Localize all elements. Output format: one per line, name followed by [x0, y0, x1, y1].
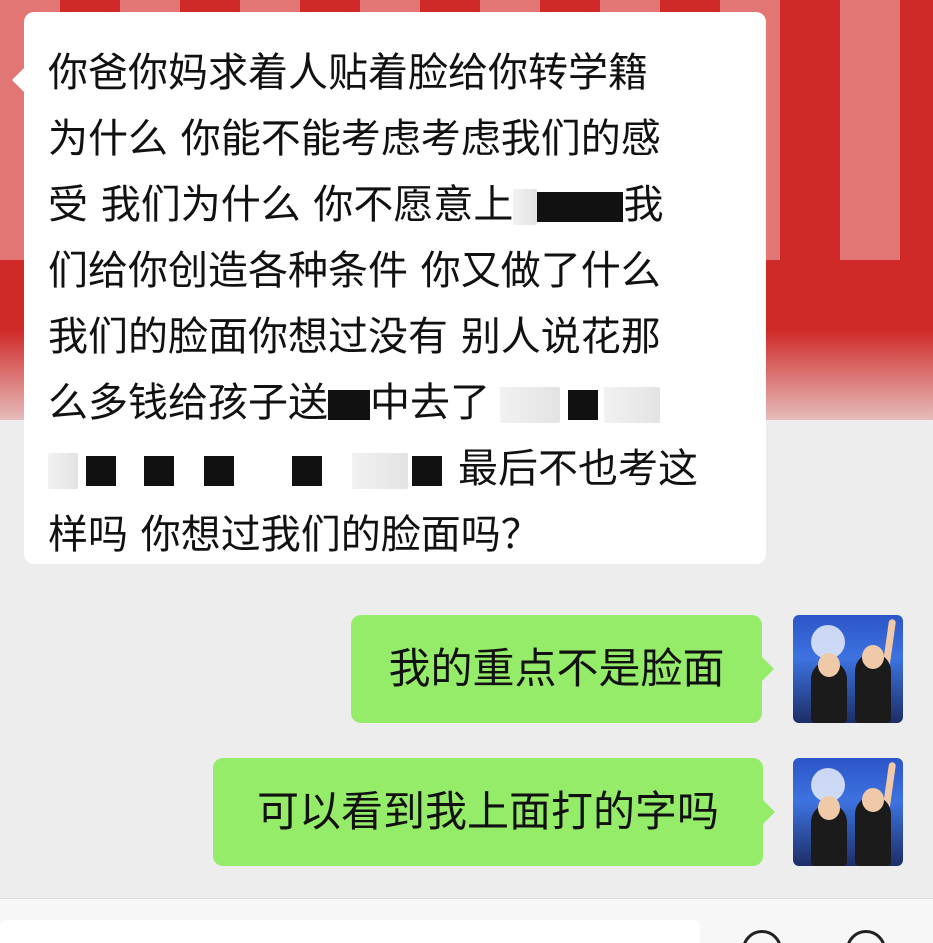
message-line-2: 为什么 你能不能考虑考虑我们的感	[48, 106, 744, 172]
message-text: 么多钱给孩子送	[48, 380, 328, 426]
blurred-text	[604, 387, 660, 423]
message-text: 们给你创造各种条件 你又做了什么	[48, 248, 661, 294]
user-avatar[interactable]	[793, 615, 903, 723]
blurred-text	[500, 387, 560, 423]
redaction-mark	[537, 192, 624, 222]
redaction-mark	[292, 456, 322, 486]
message-text: 我们的脸面你想过没有 别人说花那	[48, 314, 661, 360]
message-line-1: 你爸你妈求着人贴着脸给你转学籍	[48, 40, 744, 106]
outgoing-message-bubble[interactable]: 可以看到我上面打的字吗	[213, 758, 775, 866]
redaction-mark	[568, 390, 598, 420]
message-text: 最后不也考这	[458, 446, 698, 492]
redaction-mark	[204, 456, 234, 486]
message-text: 为什么 你能不能考虑考虑我们的感	[48, 116, 661, 162]
message-line-6: 么多钱给孩子送 中去了	[48, 370, 744, 436]
face-left	[818, 796, 840, 820]
message-line-5: 我们的脸面你想过没有 别人说花那	[48, 304, 744, 370]
redaction-mark	[144, 456, 174, 486]
face-right	[862, 788, 884, 812]
blurred-text	[352, 453, 408, 489]
message-line-7: 最后不也考这	[48, 436, 744, 502]
message-input[interactable]	[0, 920, 700, 943]
redaction-mark	[86, 456, 116, 486]
redaction-mark	[328, 390, 370, 420]
redaction-mark	[412, 456, 442, 486]
message-text: 样吗 你想过我们的脸面吗？	[48, 512, 541, 558]
message-text: 可以看到我上面打的字吗	[256, 787, 719, 836]
message-text: 受 我们为什么 你不愿意上	[48, 182, 514, 228]
face-left	[818, 653, 840, 677]
incoming-message-bubble[interactable]: 你爸你妈求着人贴着脸给你转学籍 为什么 你能不能考虑考虑我们的感 受 我们为什么…	[12, 12, 766, 564]
message-line-3: 受 我们为什么 你不愿意上 我	[48, 172, 744, 238]
message-line-4: 们给你创造各种条件 你又做了什么	[48, 238, 744, 304]
user-avatar[interactable]	[793, 758, 903, 866]
message-text: 中去了	[370, 380, 490, 426]
face-right	[862, 645, 884, 669]
message-text: 我	[623, 182, 664, 228]
chat-screen: 你爸你妈求着人贴着脸给你转学籍 为什么 你能不能考虑考虑我们的感 受 我们为什么…	[0, 0, 933, 943]
blurred-text	[48, 453, 78, 489]
blurred-text	[513, 189, 538, 225]
message-text: 你爸你妈求着人贴着脸给你转学籍	[48, 50, 648, 96]
message-text: 我的重点不是脸面	[388, 644, 725, 693]
outgoing-message-bubble[interactable]: 我的重点不是脸面	[351, 615, 774, 723]
message-line-8: 样吗 你想过我们的脸面吗？	[48, 502, 744, 568]
